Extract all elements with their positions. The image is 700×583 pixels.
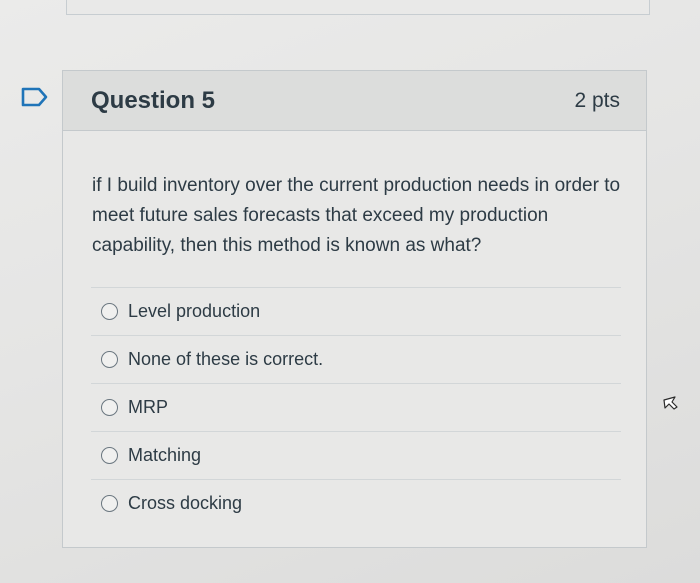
- question-header: Question 5 2 pts: [63, 71, 646, 131]
- answer-label[interactable]: Matching: [128, 445, 201, 466]
- radio-button[interactable]: [101, 447, 118, 464]
- answer-option[interactable]: None of these is correct.: [91, 335, 621, 383]
- answer-list: Level production None of these is correc…: [91, 287, 621, 527]
- radio-button[interactable]: [101, 351, 118, 368]
- answer-option[interactable]: Cross docking: [91, 479, 621, 527]
- answer-label[interactable]: None of these is correct.: [128, 349, 323, 370]
- mouse-pointer-icon: [662, 396, 678, 414]
- radio-button[interactable]: [101, 495, 118, 512]
- answer-label[interactable]: MRP: [128, 397, 168, 418]
- answer-option[interactable]: Level production: [91, 287, 621, 335]
- answer-option[interactable]: MRP: [91, 383, 621, 431]
- question-title: Question 5: [91, 86, 216, 114]
- answer-label[interactable]: Level production: [128, 301, 260, 322]
- previous-question-card: [66, 0, 650, 15]
- radio-button[interactable]: [101, 303, 118, 320]
- question-points: 2 pts: [574, 88, 620, 112]
- radio-button[interactable]: [101, 399, 118, 416]
- question-card: Question 5 2 pts if I build inventory ov…: [62, 70, 647, 548]
- question-text: if I build inventory over the current pr…: [92, 175, 621, 256]
- answer-option[interactable]: Matching: [91, 431, 621, 479]
- flag-question-icon[interactable]: [20, 85, 50, 109]
- answer-label[interactable]: Cross docking: [128, 493, 242, 514]
